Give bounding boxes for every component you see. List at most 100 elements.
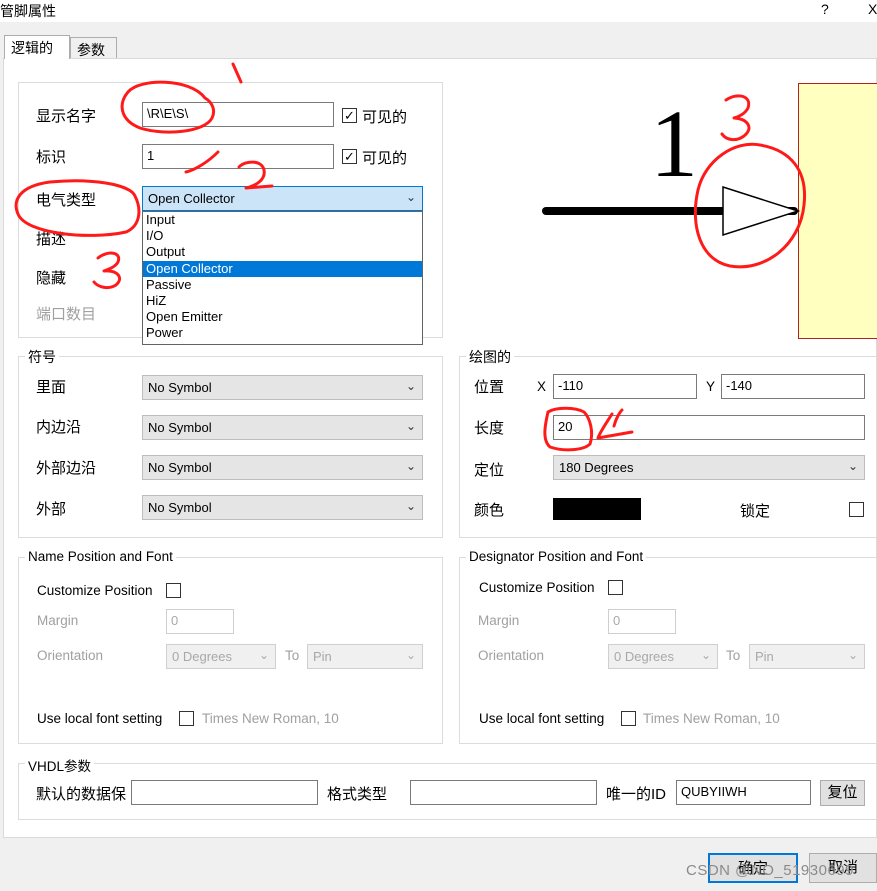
vhdl-format-input[interactable] [410, 780, 597, 805]
symbols-group-title: 符号 [25, 347, 59, 367]
chevron-down-icon: ⌄ [700, 648, 711, 662]
checkmark-icon: ✓ [344, 149, 355, 164]
chevron-down-icon: ⌄ [405, 648, 416, 662]
vhdl-default-input[interactable] [131, 780, 318, 805]
designator-to-select[interactable]: Pin ⌄ [749, 644, 865, 669]
orientation-select[interactable]: 180 Degrees ⌄ [553, 455, 865, 480]
watermark: CSDN @NO_51930699 [686, 862, 854, 879]
length-input[interactable]: 20 [553, 415, 865, 440]
help-button[interactable]: ? [821, 1, 829, 17]
window-title: 管脚属性 [0, 3, 56, 19]
name-margin-input[interactable]: 0 [166, 609, 234, 634]
dropdown-option[interactable]: HiZ [143, 293, 422, 309]
tab-logical[interactable]: 逻辑的 [4, 35, 70, 59]
dropdown-option[interactable]: Input [143, 212, 422, 228]
display-name-input[interactable]: \R\E\S\ [142, 102, 334, 127]
port-count-label: 端口数目 [36, 306, 97, 323]
name-position-group-title: Name Position and Font [25, 549, 176, 564]
close-button[interactable]: X [868, 1, 877, 17]
outside-value: No Symbol [148, 500, 212, 515]
outside-edge-value: No Symbol [148, 460, 212, 475]
designator-to-value: Pin [755, 649, 774, 664]
inside-select[interactable]: No Symbol ⌄ [142, 375, 423, 400]
designator-orientation-value: 0 Degrees [614, 649, 674, 664]
name-to-select[interactable]: Pin ⌄ [307, 644, 423, 669]
outside-edge-select[interactable]: No Symbol ⌄ [142, 455, 423, 480]
name-orientation-select[interactable]: 0 Degrees ⌄ [166, 644, 276, 669]
vhdl-unique-id-label: 唯一的ID [606, 786, 667, 803]
designator-font-label: Use local font setting [479, 711, 605, 726]
tab-parameters[interactable]: 参数 [70, 37, 117, 59]
locked-checkbox[interactable] [849, 502, 864, 517]
y-label: Y [706, 379, 716, 394]
chevron-down-icon: ⌄ [405, 419, 416, 433]
name-to-value: Pin [313, 649, 332, 664]
display-name-visible-label: 可见的 [362, 109, 408, 126]
chevron-down-icon: ⌄ [405, 459, 416, 473]
chevron-down-icon: ⌄ [847, 459, 858, 473]
name-customize-label: Customize Position [37, 583, 153, 598]
dropdown-option-selected[interactable]: Open Collector [143, 260, 422, 277]
chevron-down-icon: ⌄ [405, 379, 416, 393]
designator-to-label: To [726, 648, 741, 663]
designator-orientation-select[interactable]: 0 Degrees ⌄ [608, 644, 718, 669]
display-name-label: 显示名字 [36, 108, 97, 125]
chevron-down-icon: ⌄ [258, 648, 269, 662]
designator-font-checkbox[interactable] [621, 711, 636, 726]
dropdown-option[interactable]: I/O [143, 228, 422, 244]
orientation-value: 180 Degrees [559, 460, 634, 475]
designator-margin-input[interactable]: 0 [608, 609, 676, 634]
designator-input[interactable]: 1 [142, 144, 334, 169]
designator-visible-checkbox[interactable]: ✓ [342, 149, 357, 164]
designator-position-group-title: Designator Position and Font [466, 549, 647, 564]
clock-arrow-icon [722, 185, 801, 237]
dropdown-option[interactable]: Passive [143, 277, 422, 293]
pin-number-preview: 1 [650, 90, 698, 197]
designator-visible-label: 可见的 [362, 150, 408, 167]
color-swatch[interactable] [553, 498, 641, 520]
location-label: 位置 [474, 379, 505, 396]
color-label: 颜色 [474, 502, 505, 519]
name-font-checkbox[interactable] [179, 711, 194, 726]
designator-font-value: Times New Roman, 10 [643, 711, 780, 726]
name-customize-checkbox[interactable] [166, 583, 181, 598]
checkmark-icon: ✓ [344, 108, 355, 123]
inside-edge-value: No Symbol [148, 420, 212, 435]
vhdl-default-label: 默认的数据保 [36, 786, 127, 803]
electrical-type-value: Open Collector [148, 191, 235, 206]
electrical-type-label: 电气类型 [36, 192, 97, 209]
inside-edge-select[interactable]: No Symbol ⌄ [142, 415, 423, 440]
orientation-label: 定位 [474, 462, 505, 479]
location-x-input[interactable]: -110 [553, 374, 697, 399]
title-bar [0, 0, 877, 22]
length-label: 长度 [474, 420, 505, 437]
vhdl-group-title: VHDL参数 [25, 755, 95, 775]
description-label: 描述 [36, 231, 67, 248]
name-to-label: To [285, 648, 300, 663]
inside-value: No Symbol [148, 380, 212, 395]
dropdown-option[interactable]: Power [143, 325, 422, 341]
inside-label: 里面 [36, 379, 67, 396]
vhdl-unique-id-input[interactable]: QUBYIIWH [676, 780, 811, 805]
locked-label: 锁定 [740, 503, 771, 520]
dropdown-option[interactable]: Open Emitter [143, 309, 422, 325]
electrical-type-select[interactable]: Open Collector ⌄ [142, 186, 423, 211]
graphical-group-title: 绘图的 [466, 347, 514, 367]
outside-label: 外部 [36, 501, 67, 518]
display-name-visible-checkbox[interactable]: ✓ [342, 108, 357, 123]
location-y-input[interactable]: -140 [721, 374, 865, 399]
x-label: X [537, 379, 547, 394]
designator-customize-checkbox[interactable] [608, 580, 623, 595]
electrical-type-dropdown: Input I/O Output Open Collector Passive … [142, 211, 423, 345]
hide-label: 隐藏 [36, 270, 67, 287]
designator-margin-label: Margin [478, 613, 520, 628]
chevron-down-icon: ⌄ [405, 499, 416, 513]
component-body-preview [798, 83, 877, 339]
name-orientation-value: 0 Degrees [172, 649, 232, 664]
name-orientation-label: Orientation [37, 648, 104, 663]
inside-edge-label: 内边沿 [36, 419, 82, 436]
name-margin-label: Margin [37, 613, 79, 628]
dropdown-option[interactable]: Output [143, 244, 422, 260]
reset-button[interactable]: 复位 [820, 780, 865, 806]
outside-select[interactable]: No Symbol ⌄ [142, 495, 423, 520]
